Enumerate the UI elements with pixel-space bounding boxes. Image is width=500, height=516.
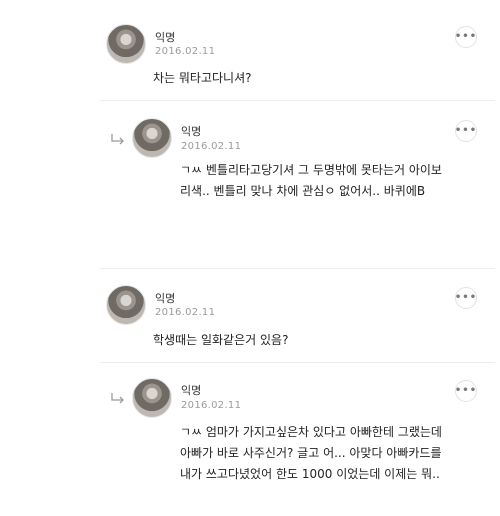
more-dots-icon: ••• xyxy=(454,31,478,42)
comment-date: 2016.02.11 xyxy=(155,46,216,57)
comment-text: ㄱㅆ 엄마가 가지고싶은차 있다고 아빠한테 그랬는데 아빠가 바로 사주신거?… xyxy=(180,425,442,481)
avatar[interactable] xyxy=(106,24,146,64)
comment-text: 차는 뭐타고다니셔? xyxy=(153,71,252,85)
more-options-button[interactable]: ••• xyxy=(455,380,477,402)
comment-author: 익명 xyxy=(181,125,202,138)
reply-arrow-icon xyxy=(111,393,124,404)
more-dots-icon: ••• xyxy=(454,125,478,136)
comment-author: 익명 xyxy=(155,292,176,305)
comment-text: 학생때는 일화같은거 있음? xyxy=(153,333,289,347)
reply-arrow-icon xyxy=(111,134,124,145)
more-options-button[interactable]: ••• xyxy=(455,287,477,309)
divider xyxy=(100,100,495,101)
more-options-button[interactable]: ••• xyxy=(455,120,477,142)
avatar[interactable] xyxy=(106,285,146,325)
comment-item: 익명 2016.02.11 차는 뭐타고다니셔? ••• xyxy=(0,0,500,110)
comment-date: 2016.02.11 xyxy=(181,400,242,411)
reply-item: 익명 2016.02.11 ㄱㅆ 엄마가 가지고싶은차 있다고 아빠한테 그랬는… xyxy=(0,370,500,516)
avatar[interactable] xyxy=(132,378,172,418)
more-dots-icon: ••• xyxy=(454,385,478,396)
comment-author: 익명 xyxy=(155,31,176,44)
reply-item: 익명 2016.02.11 ㄱㅆ 벤틀리타고당기셔 그 두명밖에 못타는거 아이… xyxy=(0,110,500,285)
divider xyxy=(100,362,495,363)
more-options-button[interactable]: ••• xyxy=(455,26,477,48)
comment-thread: 익명 2016.02.11 차는 뭐타고다니셔? ••• 익명 2016.02.… xyxy=(0,0,500,516)
more-dots-icon: ••• xyxy=(454,292,478,303)
avatar[interactable] xyxy=(132,118,172,158)
comment-date: 2016.02.11 xyxy=(155,307,216,318)
comment-date: 2016.02.11 xyxy=(181,141,242,152)
comment-author: 익명 xyxy=(181,384,202,397)
comment-text: ㄱㅆ 벤틀리타고당기셔 그 두명밖에 못타는거 아이보리색.. 벤틀리 맞나 차… xyxy=(180,163,442,198)
